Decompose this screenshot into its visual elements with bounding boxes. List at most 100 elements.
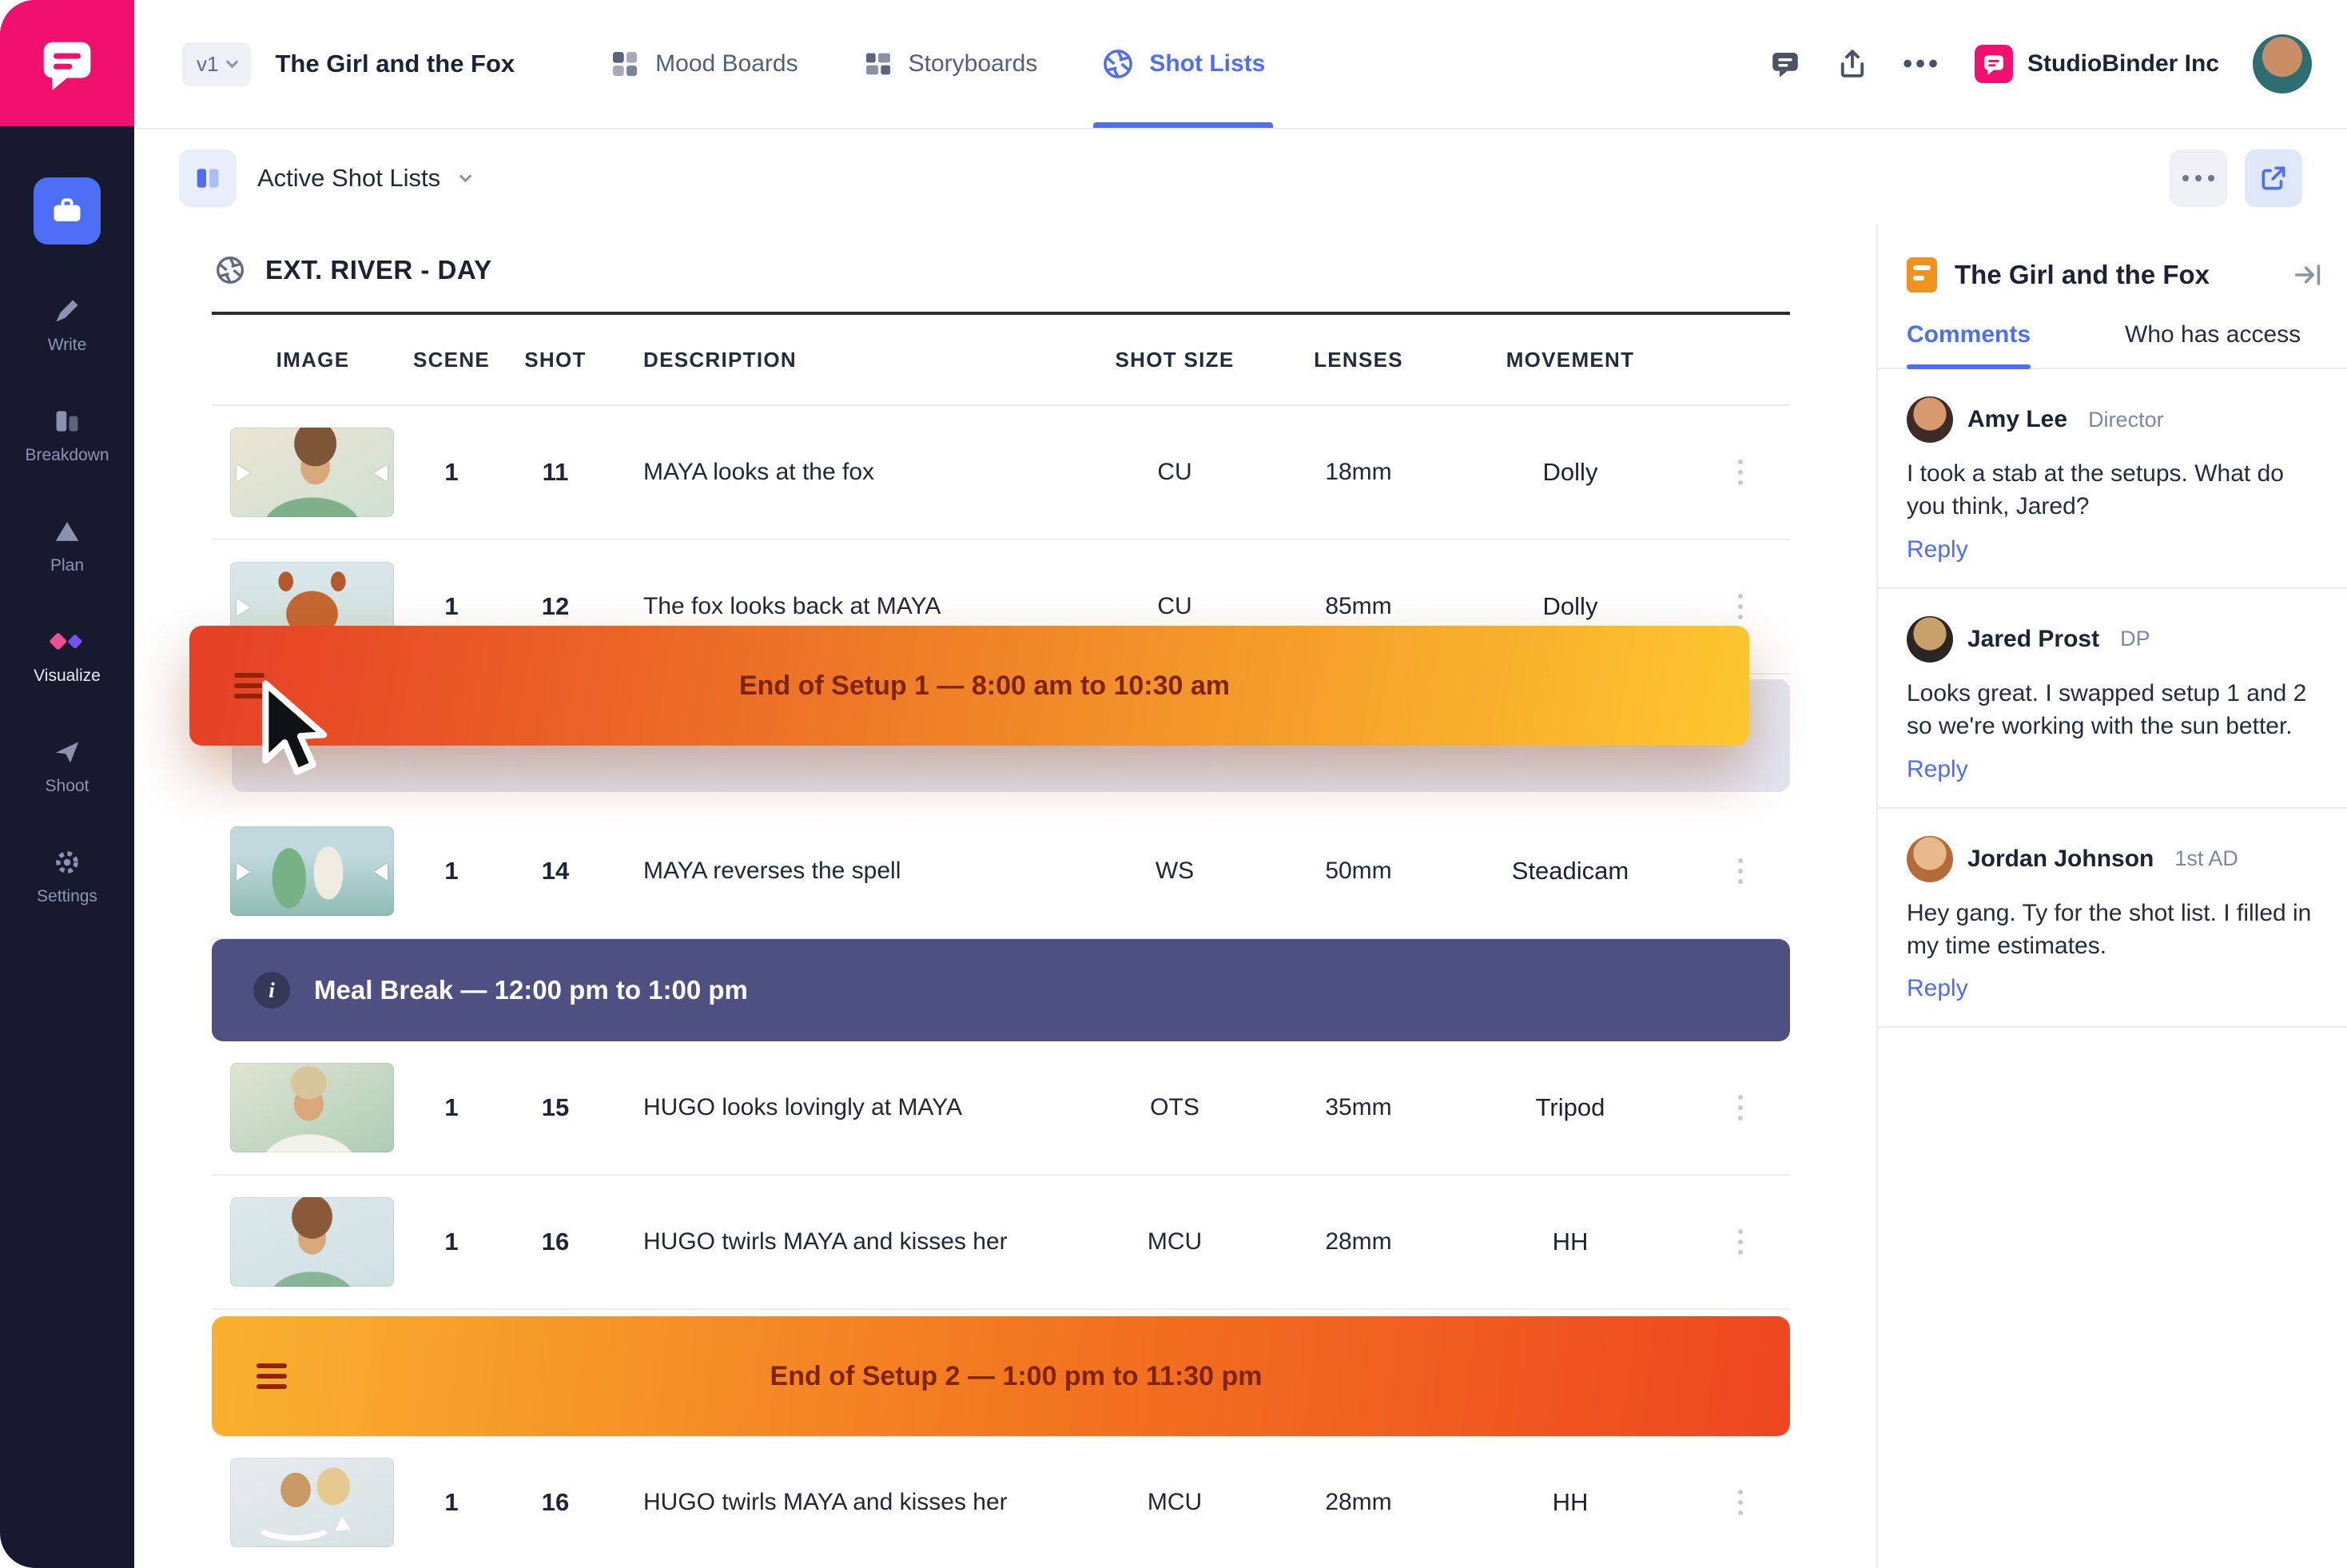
top-bar: v1 The Girl and the Fox Mood Boards	[134, 0, 2347, 129]
movement-value: Dolly	[1450, 592, 1690, 621]
comments-panel: The Girl and the Fox Comments Who has ac…	[1876, 225, 2347, 1568]
visualize-diamonds-icon	[45, 627, 90, 657]
comment-header: Jared Prost DP	[1907, 616, 2318, 663]
shot-value: 14	[507, 857, 603, 885]
info-icon: i	[253, 972, 290, 1009]
sidebar-item-breakdown[interactable]: Breakdown	[25, 406, 109, 465]
columns-icon	[192, 162, 224, 194]
shotlist-table: IMAGE SCENE SHOT DESCRIPTION SHOT SIZE L…	[212, 312, 1790, 1568]
shotlist-view-dropdown[interactable]: Active Shot Lists	[257, 164, 470, 193]
storyboards-icon	[862, 48, 894, 80]
row-kebab-menu[interactable]	[1738, 460, 1743, 485]
pen-icon	[52, 296, 82, 326]
shot-value: 16	[507, 1488, 603, 1517]
top-nav-tabs: Mood Boards Storyboards	[609, 0, 1265, 128]
sidebar-item-visualize[interactable]: Visualize	[34, 627, 101, 686]
studiobinder-logo[interactable]	[0, 0, 134, 126]
row-kebab-menu[interactable]	[1738, 1229, 1743, 1255]
table-row[interactable]: 1 11 MAYA looks at the fox CU 18mm Dolly	[212, 406, 1790, 540]
sidebar-item-shoot[interactable]: Shoot	[46, 737, 90, 796]
user-avatar[interactable]	[2253, 34, 2312, 94]
comment-item: Jordan Johnson 1st AD Hey gang. Ty for t…	[1878, 809, 2347, 1029]
shot-size-value: OTS	[1083, 1094, 1267, 1121]
scene-value: 1	[396, 857, 507, 885]
setup-1-label: End of Setup 1 — 8:00 am to 10:30 am	[265, 671, 1705, 702]
shot-value: 15	[507, 1093, 603, 1122]
row-kebab-menu[interactable]	[1738, 858, 1743, 884]
end-of-setup-2-banner[interactable]: End of Setup 2 — 1:00 pm to 11:30 pm	[212, 1316, 1790, 1436]
storyboard-thumbnail[interactable]	[230, 826, 394, 916]
scene-heading: EXT. RIVER - DAY	[214, 254, 1876, 286]
storyboard-thumbnail[interactable]	[230, 1458, 394, 1547]
storyboard-thumbnail[interactable]	[230, 428, 394, 517]
mood-boards-icon	[609, 48, 641, 80]
tab-mood-boards[interactable]: Mood Boards	[609, 0, 798, 128]
comment-author: Jared Prost	[1967, 626, 2099, 653]
org-switcher[interactable]: StudioBinder Inc	[1975, 45, 2219, 83]
description-value: MAYA reverses the spell	[603, 858, 1083, 885]
description-value: HUGO looks lovingly at MAYA	[603, 1094, 1083, 1121]
sidebar-item-settings[interactable]: Settings	[37, 847, 97, 906]
movement-value: Steadicam	[1450, 857, 1690, 885]
scene-value: 1	[396, 1228, 507, 1256]
comments-icon[interactable]	[1768, 47, 1802, 81]
shot-value: 12	[507, 592, 603, 621]
table-row[interactable]: 1 15 HUGO looks lovingly at MAYA OTS 35m…	[212, 1041, 1790, 1176]
reply-link[interactable]: Reply	[1907, 756, 1968, 783]
col-shot-size: SHOT SIZE	[1083, 348, 1267, 372]
tab-who-has-access[interactable]: Who has access	[2125, 321, 2301, 368]
movement-value: HH	[1450, 1228, 1690, 1256]
lens-value: 28mm	[1267, 1489, 1450, 1516]
lens-value: 18mm	[1267, 459, 1450, 486]
mountain-icon	[52, 516, 82, 547]
version-dropdown[interactable]: v1	[182, 42, 251, 86]
sidebar: Write Breakdown Plan Visualize	[0, 0, 134, 1568]
lens-value: 50mm	[1267, 858, 1450, 885]
expand-panel-button[interactable]	[2245, 149, 2302, 207]
sidebar-item-label: Breakdown	[25, 446, 109, 465]
scene-aperture-icon	[214, 254, 246, 286]
col-description: DESCRIPTION	[603, 348, 1083, 372]
sidebar-item-write[interactable]: Write	[48, 296, 87, 355]
lens-value: 85mm	[1267, 593, 1450, 620]
sidebar-item-label: Settings	[37, 887, 97, 906]
storyboard-thumbnail[interactable]	[230, 1063, 394, 1152]
row-kebab-menu[interactable]	[1738, 1490, 1743, 1515]
more-actions-button[interactable]	[2170, 149, 2227, 207]
end-of-setup-1-banner-dragging[interactable]: End of Setup 1 — 8:00 am to 10:30 am	[189, 626, 1749, 746]
reply-link[interactable]: Reply	[1907, 975, 1968, 1002]
tab-label: Mood Boards	[655, 50, 798, 78]
table-row[interactable]: 1 16 HUGO twirls MAYA and kisses her MCU…	[212, 1176, 1790, 1310]
table-row[interactable]: 1 16 HUGO twirls MAYA and kisses her MCU…	[212, 1436, 1790, 1568]
tab-shot-lists[interactable]: Shot Lists	[1101, 0, 1265, 128]
more-options-icon[interactable]: •••	[1903, 49, 1941, 80]
shot-size-value: MCU	[1083, 1489, 1267, 1516]
tab-label: Shot Lists	[1149, 50, 1265, 78]
gear-icon	[52, 847, 82, 878]
aperture-icon	[1101, 47, 1135, 81]
share-icon[interactable]	[1836, 47, 1869, 81]
sidebar-item-projects[interactable]	[34, 177, 101, 245]
org-logo	[1975, 45, 2013, 83]
collapse-panel-icon[interactable]	[2293, 260, 2323, 290]
view-layout-button[interactable]	[179, 149, 237, 207]
shot-value: 11	[507, 458, 603, 487]
storyboard-thumbnail[interactable]	[230, 1197, 394, 1287]
scene-value: 1	[396, 1488, 507, 1517]
row-kebab-menu[interactable]	[1738, 1095, 1743, 1120]
tab-storyboards[interactable]: Storyboards	[862, 0, 1038, 128]
avatar	[1907, 836, 1953, 882]
sidebar-item-plan[interactable]: Plan	[50, 516, 84, 575]
table-row[interactable]: 1 14 MAYA reverses the spell WS 50mm Ste…	[212, 805, 1790, 939]
meal-break-banner[interactable]: i Meal Break — 12:00 pm to 1:00 pm	[212, 939, 1790, 1041]
row-kebab-menu[interactable]	[1738, 594, 1743, 619]
topbar-actions: ••• StudioBinder Inc	[1768, 34, 2312, 94]
chevron-down-icon	[226, 55, 239, 68]
reply-link[interactable]: Reply	[1907, 536, 1968, 563]
scene-value: 1	[396, 458, 507, 487]
drag-handle-icon[interactable]	[257, 1363, 287, 1389]
panel-tabs: Comments Who has access	[1878, 321, 2347, 369]
version-label: v1	[197, 52, 218, 77]
tab-comments[interactable]: Comments	[1907, 321, 2031, 368]
scene-title: EXT. RIVER - DAY	[265, 255, 492, 285]
